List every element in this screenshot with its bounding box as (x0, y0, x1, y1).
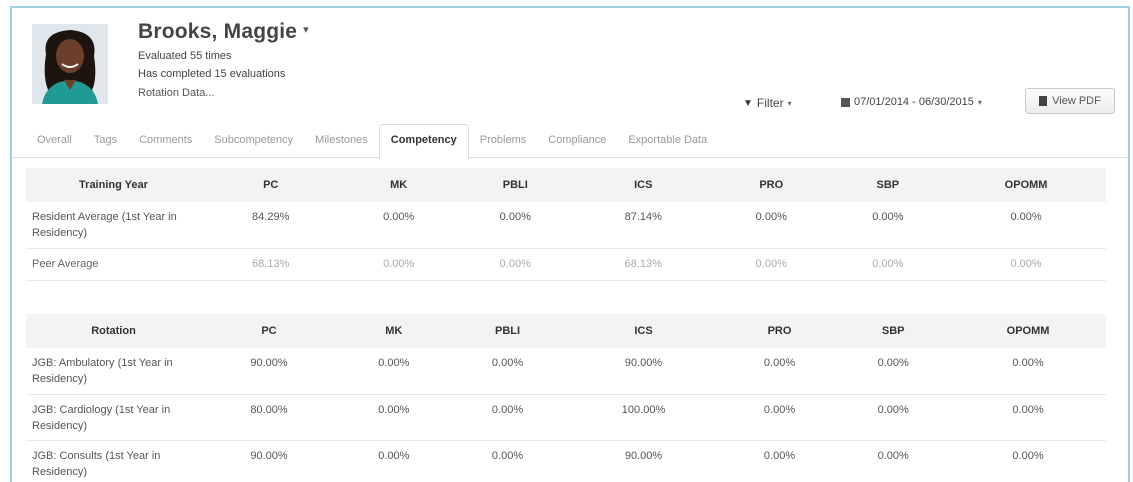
table-row: JGB: Ambulatory (1st Year in Residency) … (26, 348, 1106, 395)
column-header: PC (201, 168, 341, 202)
table-cell: 0.00% (712, 202, 830, 249)
table-cell: 68.13% (201, 248, 341, 281)
tab-exportable-data[interactable]: Exportable Data (617, 124, 718, 158)
completed-count: Has completed 15 evaluations (138, 68, 286, 80)
table-cell: 100.00% (564, 394, 723, 441)
column-header: MK (336, 314, 451, 348)
caret-down-icon[interactable]: ▾ (303, 23, 309, 36)
row-label: JGB: Ambulatory (1st Year in Residency) (26, 348, 201, 395)
name-row[interactable]: Brooks, Maggie ▾ (138, 20, 309, 44)
tab-compliance[interactable]: Compliance (537, 124, 617, 158)
table-cell: 68.13% (573, 248, 713, 281)
table-cell: 0.00% (836, 440, 951, 482)
training-year-table: Training Year PC MK PBLI ICS PRO SBP OPO… (26, 168, 1106, 281)
column-header: MK (340, 168, 457, 202)
table-header-row: Rotation PC MK PBLI ICS PRO SBP OPOMM (26, 314, 1106, 348)
tab-subcompetency[interactable]: Subcompetency (203, 124, 304, 158)
column-header: Training Year (26, 168, 201, 202)
column-header: ICS (573, 168, 713, 202)
table-header-row: Training Year PC MK PBLI ICS PRO SBP OPO… (26, 168, 1106, 202)
table-row: Peer Average 68.13% 0.00% 0.00% 68.13% 0… (26, 248, 1106, 281)
table-cell: 90.00% (564, 440, 723, 482)
view-pdf-label: View PDF (1052, 95, 1101, 107)
tab-problems[interactable]: Problems (469, 124, 537, 158)
tab-comments[interactable]: Comments (128, 124, 203, 158)
table-cell: 0.00% (829, 248, 947, 281)
table-cell: 80.00% (201, 394, 337, 441)
column-header: ICS (564, 314, 723, 348)
date-range-dropdown[interactable]: 07/01/2014 - 06/30/2015 ▾ (841, 96, 982, 108)
table-cell: 87.14% (573, 202, 713, 249)
column-header: PC (201, 314, 337, 348)
filter-dropdown[interactable]: ▼ Filter ▾ (743, 96, 792, 110)
filter-label: Filter (756, 96, 784, 110)
table-row: Resident Average (1st Year in Residency)… (26, 202, 1106, 249)
column-header: Rotation (26, 314, 201, 348)
column-header: SBP (836, 314, 951, 348)
column-header: PRO (712, 168, 830, 202)
row-label: Resident Average (1st Year in Residency) (26, 202, 201, 249)
table-cell: 0.00% (340, 202, 457, 249)
table-cell: 0.00% (946, 202, 1106, 249)
chevron-down-icon: ▾ (787, 98, 792, 108)
table-cell: 0.00% (836, 394, 951, 441)
table-cell: 84.29% (201, 202, 341, 249)
table-cell: 0.00% (456, 202, 574, 249)
column-header: SBP (829, 168, 947, 202)
tab-overall[interactable]: Overall (26, 124, 83, 158)
column-header: OPOMM (950, 314, 1106, 348)
view-pdf-button[interactable]: View PDF (1025, 88, 1115, 114)
table-cell: 0.00% (450, 440, 565, 482)
table-row: JGB: Cardiology (1st Year in Residency) … (26, 394, 1106, 441)
table-cell: 0.00% (450, 394, 565, 441)
column-header: OPOMM (946, 168, 1106, 202)
rotation-data-link[interactable]: Rotation Data... (138, 87, 214, 99)
table-cell: 0.00% (450, 348, 565, 395)
table-cell: 0.00% (722, 348, 837, 395)
filter-icon: ▼ (743, 97, 753, 109)
table-cell: 0.00% (722, 440, 837, 482)
table-cell: 90.00% (201, 348, 337, 395)
tab-competency[interactable]: Competency (378, 124, 469, 159)
table-cell: 0.00% (836, 348, 951, 395)
date-range-label: 07/01/2014 - 06/30/2015 (854, 96, 974, 108)
tab-milestones[interactable]: Milestones (304, 124, 379, 158)
table-cell: 0.00% (712, 248, 830, 281)
table-cell: 0.00% (829, 202, 947, 249)
table-cell: 90.00% (201, 440, 337, 482)
avatar (32, 24, 108, 104)
table-cell: 0.00% (336, 394, 451, 441)
table-row: JGB: Consults (1st Year in Residency) 90… (26, 440, 1106, 482)
table-cell: 0.00% (336, 348, 451, 395)
evaluation-panel: Brooks, Maggie ▾ Evaluated 55 times Has … (10, 6, 1130, 482)
column-header: PBLI (456, 168, 574, 202)
table-cell: 0.00% (456, 248, 574, 281)
row-label: Peer Average (26, 248, 201, 281)
profile-header: Brooks, Maggie ▾ Evaluated 55 times Has … (12, 8, 1128, 124)
tab-tags[interactable]: Tags (83, 124, 128, 158)
row-label: JGB: Cardiology (1st Year in Residency) (26, 394, 201, 441)
table-cell: 0.00% (722, 394, 837, 441)
table-cell: 0.00% (336, 440, 451, 482)
table-cell: 0.00% (950, 440, 1106, 482)
table-cell: 0.00% (340, 248, 457, 281)
table-cell: 0.00% (946, 248, 1106, 281)
row-label: JGB: Consults (1st Year in Residency) (26, 440, 201, 482)
table-cell: 0.00% (950, 348, 1106, 395)
rotation-table: Rotation PC MK PBLI ICS PRO SBP OPOMM JG… (26, 314, 1106, 482)
evaluated-count: Evaluated 55 times (138, 50, 232, 62)
column-header: PRO (722, 314, 837, 348)
chevron-down-icon: ▾ (977, 97, 982, 107)
column-header: PBLI (450, 314, 565, 348)
resident-name: Brooks, Maggie (138, 20, 298, 43)
calendar-icon (841, 97, 850, 107)
table-cell: 0.00% (950, 394, 1106, 441)
document-icon (1039, 96, 1048, 106)
tab-bar: Overall Tags Comments Subcompetency Mile… (12, 124, 1128, 159)
table-cell: 90.00% (564, 348, 723, 395)
